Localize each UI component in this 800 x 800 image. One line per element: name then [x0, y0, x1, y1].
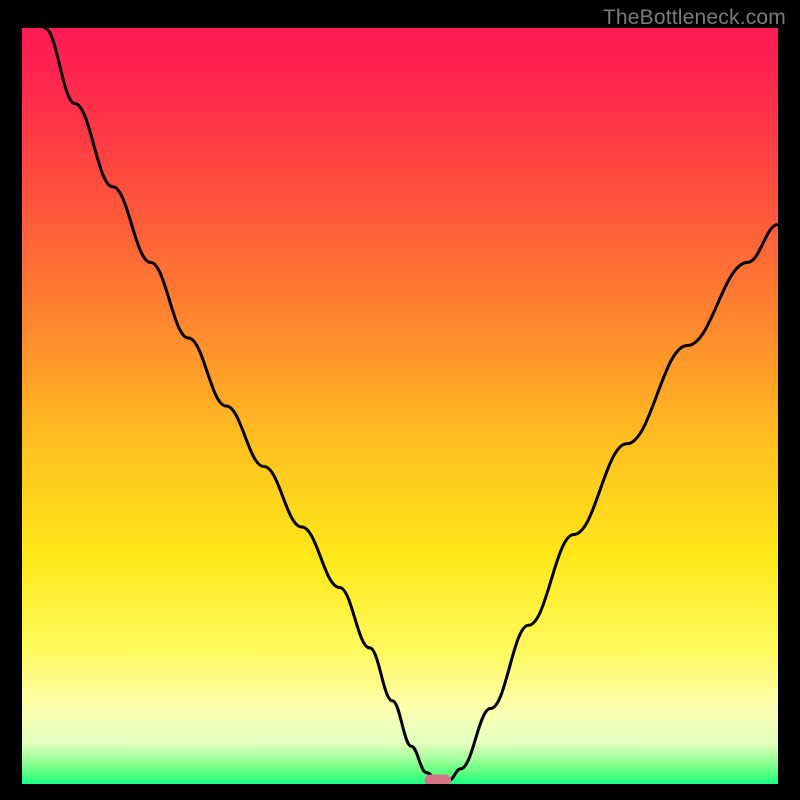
- watermark-text: TheBottleneck.com: [603, 6, 786, 30]
- optimal-marker: [425, 775, 451, 784]
- plot-area: [22, 28, 778, 784]
- gradient-rect: [22, 28, 778, 784]
- chart-svg: [22, 28, 778, 784]
- chart-frame: TheBottleneck.com: [0, 0, 800, 800]
